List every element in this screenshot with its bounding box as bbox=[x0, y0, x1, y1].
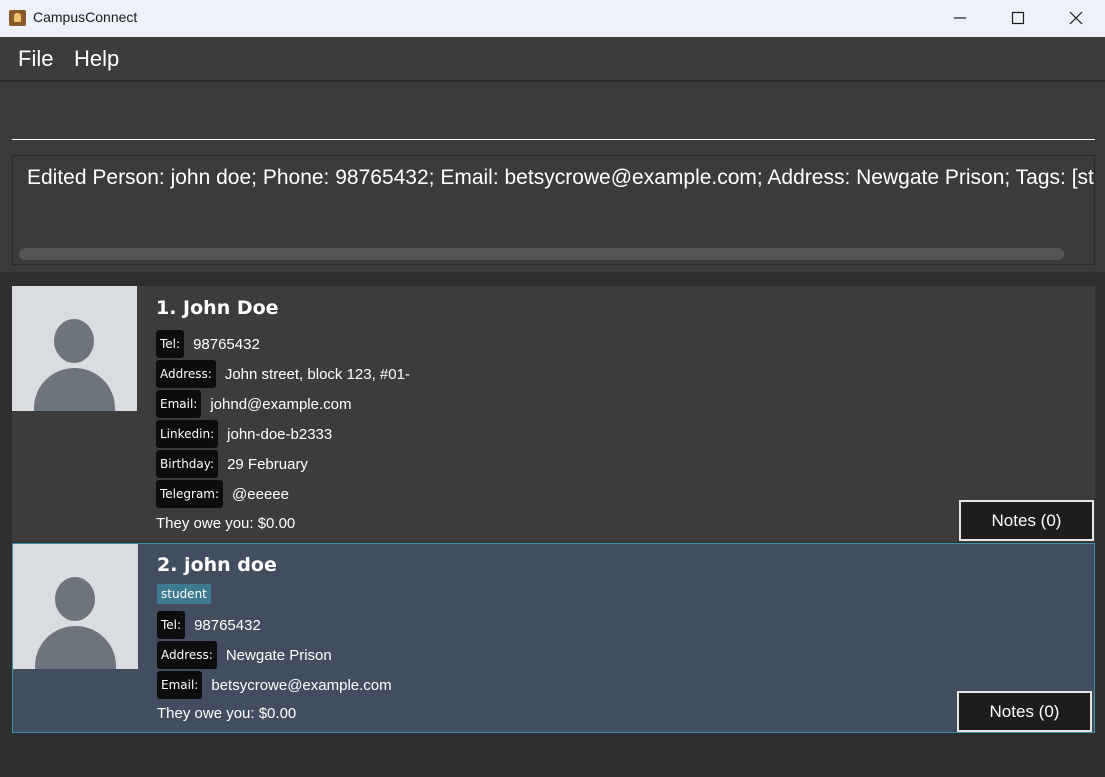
field-row-email: Email: johnd@example.com bbox=[156, 390, 351, 418]
field-row-birthday: Birthday: 29 February bbox=[156, 450, 308, 478]
maximize-button[interactable] bbox=[989, 0, 1047, 37]
field-row-address: Address: Newgate Prison bbox=[157, 641, 332, 669]
command-box bbox=[0, 82, 1105, 146]
field-value: 98765432 bbox=[193, 335, 260, 353]
result-message: Edited Person: john doe; Phone: 98765432… bbox=[27, 166, 1095, 189]
field-row-linkedin: Linkedin: john-doe-b2333 bbox=[156, 420, 332, 448]
person-list: 1. John Doe Tel: 98765432 Address: John … bbox=[0, 274, 1105, 777]
window-title: CampusConnect bbox=[33, 9, 138, 25]
field-label: Linkedin: bbox=[156, 420, 219, 448]
field-row-telegram: Telegram: @eeeee bbox=[156, 480, 289, 508]
field-label: Address: bbox=[156, 360, 216, 388]
menu-bar: File Help bbox=[0, 37, 1105, 81]
command-input[interactable] bbox=[12, 94, 1095, 140]
field-value: 98765432 bbox=[194, 616, 261, 634]
field-label: Address: bbox=[157, 641, 217, 669]
field-value: johnd@example.com bbox=[210, 395, 352, 413]
horizontal-scrollbar[interactable] bbox=[19, 248, 1064, 260]
owe-amount: They owe you: $0.00 bbox=[157, 705, 297, 722]
field-value: 29 February bbox=[227, 455, 308, 473]
field-row-tel: Tel: 98765432 bbox=[156, 330, 260, 358]
field-value: Newgate Prison bbox=[225, 646, 332, 664]
person-avatar-icon bbox=[12, 286, 137, 411]
maximize-icon bbox=[1011, 11, 1025, 25]
menu-help[interactable]: Help bbox=[74, 46, 119, 72]
close-icon bbox=[1069, 11, 1083, 25]
field-label: Telegram: bbox=[156, 480, 224, 508]
person-card[interactable]: 1. John Doe Tel: 98765432 Address: John … bbox=[12, 286, 1095, 542]
field-label: Tel: bbox=[156, 330, 185, 358]
field-label: Email: bbox=[157, 671, 203, 699]
field-label: Email: bbox=[156, 390, 202, 418]
result-display: Edited Person: john doe; Phone: 98765432… bbox=[12, 155, 1095, 265]
minimize-icon bbox=[954, 17, 966, 19]
menu-file[interactable]: File bbox=[18, 46, 53, 72]
field-label: Tel: bbox=[157, 611, 186, 639]
field-row-address: Address: John street, block 123, #01- bbox=[156, 360, 410, 388]
result-display-panel: Edited Person: john doe; Phone: 98765432… bbox=[0, 146, 1105, 273]
field-row-tel: Tel: 98765432 bbox=[157, 611, 261, 639]
tag-student: student bbox=[157, 584, 211, 604]
field-value: John street, block 123, #01- bbox=[224, 365, 410, 383]
person-name: 1. John Doe bbox=[156, 297, 279, 319]
field-value: john-doe-b2333 bbox=[227, 425, 333, 443]
field-value: @eeeee bbox=[232, 485, 289, 503]
field-row-email: Email: betsycrowe@example.com bbox=[157, 671, 392, 699]
person-avatar-icon bbox=[13, 544, 138, 669]
close-button[interactable] bbox=[1047, 0, 1105, 37]
notes-button[interactable]: Notes (0) bbox=[957, 691, 1092, 732]
owe-amount: They owe you: $0.00 bbox=[156, 515, 296, 532]
contacts-app-icon bbox=[9, 10, 26, 26]
field-label: Birthday: bbox=[156, 450, 219, 478]
notes-button[interactable]: Notes (0) bbox=[959, 500, 1094, 541]
minimize-button[interactable] bbox=[931, 0, 989, 37]
person-card-selected[interactable]: 2. john doe student Tel: 98765432 Addres… bbox=[12, 543, 1095, 733]
field-value: betsycrowe@example.com bbox=[211, 676, 392, 694]
title-bar: CampusConnect bbox=[0, 0, 1105, 37]
person-name: 2. john doe bbox=[157, 554, 277, 576]
